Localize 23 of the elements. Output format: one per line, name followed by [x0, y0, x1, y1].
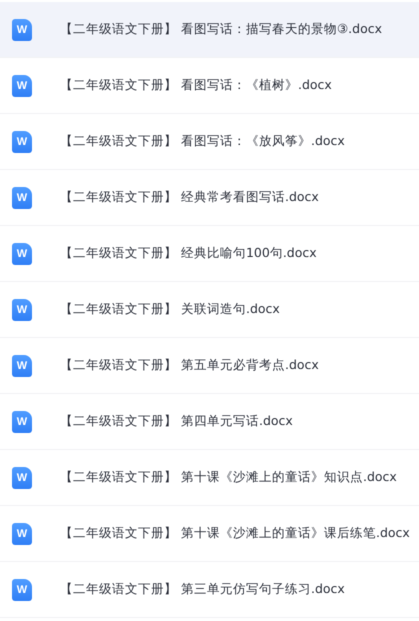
file-name: 【二年级语文下册】 经典常考看图写话.docx	[60, 189, 319, 206]
document-icon: W	[12, 578, 32, 600]
file-name: 【二年级语文下册】 看图写话：描写春天的景物③.docx	[60, 21, 382, 38]
file-name: 【二年级语文下册】 关联词造句.docx	[60, 301, 280, 318]
document-icon: W	[12, 410, 32, 432]
file-name: 【二年级语文下册】 经典比喻句100句.docx	[60, 245, 317, 262]
file-name: 【二年级语文下册】 第十课《沙滩上的童话》知识点.docx	[60, 469, 397, 486]
file-name: 【二年级语文下册】 看图写话：《放风筝》.docx	[60, 133, 345, 150]
document-icon: W	[12, 130, 32, 152]
document-icon: W	[12, 522, 32, 544]
file-row[interactable]: W 【二年级语文下册】 看图写话：描写春天的景物③.docx	[0, 2, 419, 58]
document-icon: W	[12, 298, 32, 320]
document-icon: W	[12, 242, 32, 264]
file-name: 【二年级语文下册】 第四单元写话.docx	[60, 413, 293, 430]
file-name: 【二年级语文下册】 第五单元必背考点.docx	[60, 357, 319, 374]
document-icon: W	[12, 186, 32, 208]
file-name: 【二年级语文下册】 第十课《沙滩上的童话》课后练笔.docx	[60, 525, 410, 542]
document-icon: W	[12, 18, 32, 40]
document-icon: W	[12, 354, 32, 376]
file-name: 【二年级语文下册】 看图写话：《植树》.docx	[60, 77, 332, 94]
file-name: 【二年级语文下册】 第三单元仿写句子练习.docx	[60, 581, 345, 598]
document-icon: W	[12, 466, 32, 488]
document-icon: W	[12, 74, 32, 96]
